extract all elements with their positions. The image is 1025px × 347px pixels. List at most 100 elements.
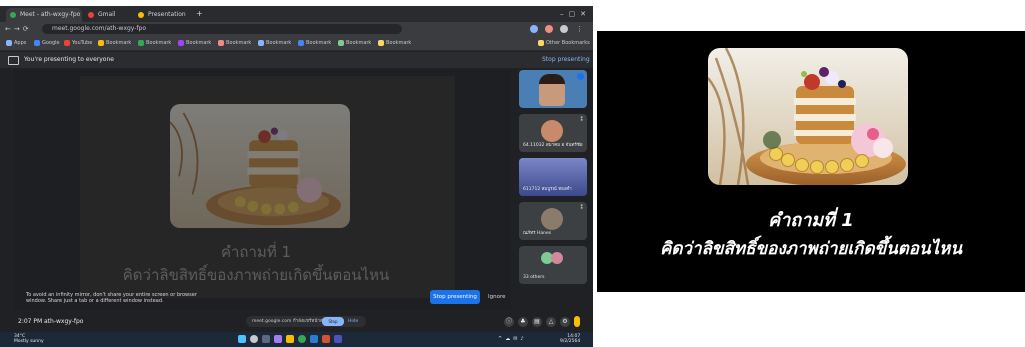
muted-mic-icon: ⁑: [580, 205, 584, 211]
apps-icon: [6, 39, 12, 46]
url-field[interactable]: meet.google.com/ath-wxgy-fpo: [42, 24, 402, 34]
meet-favicon-icon: [10, 12, 16, 18]
search-icon[interactable]: [250, 335, 258, 343]
taskbar-clock[interactable]: 14:07 9/2/2564: [560, 334, 580, 344]
extension-icon[interactable]: [530, 25, 538, 33]
other-bookmarks[interactable]: Other Bookmarks: [538, 38, 590, 48]
participant-name: ณภัทร Hanes: [523, 231, 552, 236]
food-image-icon: [170, 104, 350, 228]
bookmarks-bar: Apps Google YouTube Bookmark Bookmark Bo…: [0, 36, 593, 51]
browser-tab-meet[interactable]: Meet - ath-wxgy-fpo: [6, 8, 82, 22]
bookmark-icon: [98, 39, 104, 46]
settings-icon[interactable]: ⚙: [560, 317, 570, 327]
shared-question-title: คำถามที่ 1: [220, 243, 292, 261]
bookmark-item[interactable]: Bookmark: [298, 38, 331, 48]
bookmark-item[interactable]: Bookmark: [378, 38, 411, 48]
participant-name: 611712 สมบูรณ์ ทองคำ: [523, 187, 572, 192]
bookmark-item[interactable]: YouTube: [64, 38, 92, 48]
slides-favicon-icon: [138, 12, 144, 18]
extension-icon[interactable]: [545, 25, 553, 33]
present-screen-icon: [8, 56, 19, 65]
gmail-favicon-icon: [88, 12, 94, 18]
new-tab-icon[interactable]: +: [196, 9, 203, 19]
meeting-code: ath-wxgy-fpo: [44, 318, 84, 325]
audio-indicator-icon: [577, 73, 584, 80]
bookmark-icon: [258, 39, 264, 46]
teams-icon[interactable]: [334, 335, 342, 343]
ignore-button[interactable]: Ignore: [488, 290, 508, 304]
bookmark-item[interactable]: Bookmark: [178, 38, 211, 48]
start-icon[interactable]: [238, 335, 246, 343]
tab-label: Presentation: [148, 11, 186, 18]
window-controls-icon[interactable]: –▢✕: [560, 9, 591, 19]
browser-tab-bar: Meet - ath-wxgy-fpo Gmail Presentation +…: [0, 6, 593, 22]
meet-control-bar: 2:07 PM ath-wxgy-fpo meet.google.com กำล…: [0, 312, 593, 333]
profile-avatar-icon[interactable]: [560, 25, 568, 33]
tab-label: Gmail: [98, 11, 116, 18]
folder-icon: [538, 39, 544, 46]
meeting-time: 2:07 PM: [18, 318, 43, 325]
browser-tab-gmail[interactable]: Gmail: [84, 8, 132, 22]
slide-food-photo: [708, 48, 908, 185]
avatar: [541, 208, 563, 230]
presentation-slide: คำถามที่ 1 คิดว่าลิขสิทธิ์ของภาพถ่ายเกิด…: [597, 31, 1025, 292]
infinity-mirror-warning: To avoid an infinity mirror, don't share…: [26, 292, 197, 304]
participant-name: 64.11032 สมาคม อ จันทร์ชัย: [523, 143, 583, 148]
powerpoint-icon[interactable]: [322, 335, 330, 343]
clock-date: 9/2/2564: [560, 339, 581, 344]
windows-taskbar: 34°C Mostly sunny ^☁✉♪ 14:07 9/2/2564: [0, 332, 593, 347]
avatar: [551, 252, 563, 264]
file-explorer-icon[interactable]: [286, 335, 294, 343]
muted-mic-icon: ⁑: [580, 117, 584, 123]
avatar: [541, 120, 563, 142]
weather-widget[interactable]: 34°C Mostly sunny: [14, 334, 44, 344]
bookmark-icon: [338, 39, 344, 46]
weather-desc: Mostly sunny: [14, 339, 44, 344]
bookmark-icon: [378, 39, 384, 46]
participant-tile[interactable]: ⁑ ณภัทร Hanes: [519, 202, 587, 240]
pancake-stack-image-icon: [708, 48, 908, 185]
chat-icon[interactable]: ▤: [532, 317, 542, 327]
presenting-banner: You're presenting to everyone Stop prese…: [0, 52, 593, 68]
bookmark-item[interactable]: Bookmark: [138, 38, 171, 48]
stop-presenting-link[interactable]: Stop presenting: [542, 55, 590, 65]
stop-presenting-button[interactable]: Stop presenting: [430, 290, 480, 304]
chat-app-icon[interactable]: [274, 335, 282, 343]
bookmark-item[interactable]: Bookmark: [258, 38, 291, 48]
browser-tab-presentation[interactable]: Presentation: [134, 8, 192, 22]
presenting-text: You're presenting to everyone: [24, 56, 114, 63]
people-icon[interactable]: ♣: [518, 317, 528, 327]
hide-button[interactable]: Hide: [348, 317, 358, 326]
info-icon[interactable]: ⓘ: [504, 317, 514, 327]
shared-food-photo: [170, 104, 350, 228]
bookmark-item[interactable]: Apps: [6, 38, 26, 48]
stop-sharing-button[interactable]: Stop sharing: [322, 317, 344, 333]
bookmark-item[interactable]: Google: [34, 38, 60, 48]
chrome-icon[interactable]: [298, 335, 306, 343]
bookmark-icon: [298, 39, 304, 46]
address-bar: ←→⟳ meet.google.com/ath-wxgy-fpo ⋮: [0, 22, 593, 36]
meet-screenshot: Meet - ath-wxgy-fpo Gmail Presentation +…: [0, 6, 593, 347]
edge-icon[interactable]: [310, 335, 318, 343]
bookmark-item[interactable]: Bookmark: [218, 38, 251, 48]
task-view-icon[interactable]: [262, 335, 270, 343]
participant-tile[interactable]: 611712 สมบูรณ์ ทองคำ: [519, 158, 587, 196]
bookmark-item[interactable]: Bookmark: [98, 38, 131, 48]
bookmark-item[interactable]: Bookmark: [338, 38, 371, 48]
participant-tile[interactable]: ⁑ 64.11032 สมาคม อ จันทร์ชัย: [519, 114, 587, 152]
nav-arrows-icon[interactable]: ←→⟳: [5, 24, 32, 34]
activities-icon[interactable]: △: [546, 317, 556, 327]
slide-question-title: คำถามที่ 1: [768, 210, 854, 231]
bookmark-icon: [138, 39, 144, 46]
participant-tile-self[interactable]: [519, 70, 587, 108]
others-count: 33 others: [523, 275, 545, 280]
slide-question-text: คิดว่าลิขสิทธิ์ของภาพถ่ายเกิดขึ้นตอนไหน: [659, 239, 963, 259]
mic-icon[interactable]: [574, 316, 580, 327]
youtube-icon: [64, 39, 70, 46]
google-icon: [34, 39, 40, 46]
shared-question-text: คิดว่าลิขสิทธิ์ของภาพถ่ายเกิดขึ้นตอนไหน: [122, 266, 390, 284]
hair-shape: [539, 74, 565, 84]
menu-kebab-icon[interactable]: ⋮: [576, 24, 583, 34]
system-tray-icon[interactable]: ^☁✉♪: [498, 336, 527, 342]
participant-tile-others[interactable]: 33 others: [519, 246, 587, 284]
